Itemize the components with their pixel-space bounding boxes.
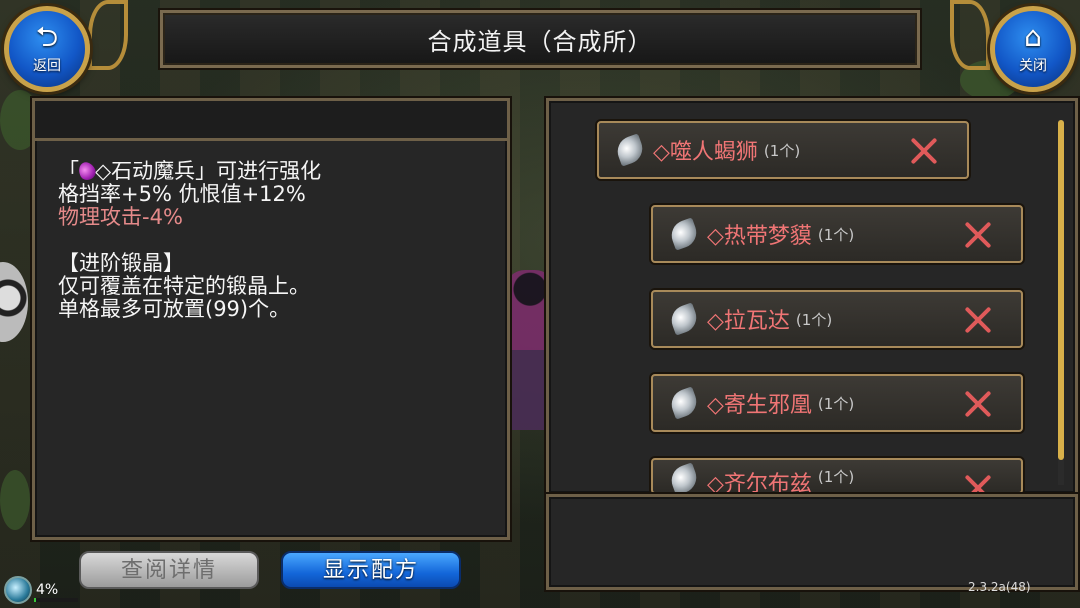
material-item[interactable]: ◇拉瓦达 (1个) (651, 290, 1023, 348)
feather-icon (613, 133, 647, 167)
remove-icon[interactable] (963, 305, 993, 335)
back-button-label: 返回 (33, 58, 61, 74)
material-name: ◇齐尔布兹 (707, 472, 812, 494)
home-icon: ⌂ (1024, 20, 1042, 53)
bracket-close-text: 」可进行强化 (195, 159, 322, 183)
close-button[interactable]: ⌂ 关闭 (990, 6, 1076, 92)
material-name: ◇寄生邪凰 (707, 393, 812, 418)
remove-icon[interactable] (963, 220, 993, 250)
back-button[interactable]: ⮌ 返回 (4, 6, 90, 92)
description-line-3: 物理攻击-4% (58, 205, 183, 229)
remove-icon[interactable] (909, 136, 939, 166)
material-count: (1个) (817, 394, 855, 413)
description-line-2: 格挡率+5% 仇恨值+12% (58, 182, 306, 206)
feather-icon (667, 462, 701, 492)
view-details-button[interactable]: 查阅详情 (79, 551, 259, 589)
version-label: 2.3.2a(48) (968, 580, 1031, 594)
scrollbar-thumb[interactable] (1058, 120, 1064, 460)
description-line-1: 「 ◇石动魔兵」可进行强化 (58, 159, 498, 183)
target-item-name: ◇石动魔兵 (95, 159, 196, 183)
status-progress-bar (34, 598, 78, 602)
status-percent: 4% (36, 582, 59, 598)
back-arrow-icon: ⮌ (35, 20, 59, 53)
material-item[interactable]: ◇噬人蝎狮 (1个) (597, 121, 969, 179)
ornament-horn-left (88, 0, 128, 70)
status-progress-fill (34, 598, 36, 602)
material-name: ◇噬人蝎狮 (653, 140, 758, 165)
material-item[interactable]: ◇寄生邪凰 (1个) (651, 374, 1023, 432)
description-panel-header (35, 101, 507, 141)
material-item[interactable]: ◇齐尔布兹 (1个) (651, 458, 1023, 494)
bracket-open: 「 (58, 159, 79, 183)
remove-icon[interactable] (963, 389, 993, 419)
material-count: (1个) (795, 310, 833, 329)
ornament-horn-right (950, 0, 990, 70)
status-orb-icon (4, 576, 32, 604)
show-recipe-button[interactable]: 显示配方 (281, 551, 461, 589)
material-item[interactable]: ◇热带梦貘 (1个) (651, 205, 1023, 263)
material-count: (1个) (817, 468, 855, 486)
feather-icon (667, 217, 701, 251)
material-name: ◇热带梦貘 (707, 224, 812, 249)
close-button-label: 关闭 (1019, 58, 1047, 74)
description-line-6: 单格最多可放置(99)个。 (58, 297, 291, 321)
description-line-5: 仅可覆盖在特定的锻晶上。 (58, 274, 310, 298)
result-panel (546, 494, 1078, 590)
remove-icon[interactable] (963, 473, 993, 492)
materials-scrollbar[interactable] (1058, 120, 1064, 485)
title-bar: 合成道具（合成所） (160, 10, 920, 68)
description-line-4: 【进阶锻晶】 (58, 251, 184, 275)
feather-icon (667, 302, 701, 336)
material-count: (1个) (763, 141, 801, 160)
item-description: 「 ◇石动魔兵」可进行强化 格挡率+5% 仇恨值+12% 物理攻击-4% 【进阶锻… (58, 159, 498, 321)
page-title: 合成道具（合成所） (427, 27, 653, 56)
feather-icon (667, 386, 701, 420)
material-count: (1个) (817, 225, 855, 244)
material-name: ◇拉瓦达 (707, 309, 790, 334)
